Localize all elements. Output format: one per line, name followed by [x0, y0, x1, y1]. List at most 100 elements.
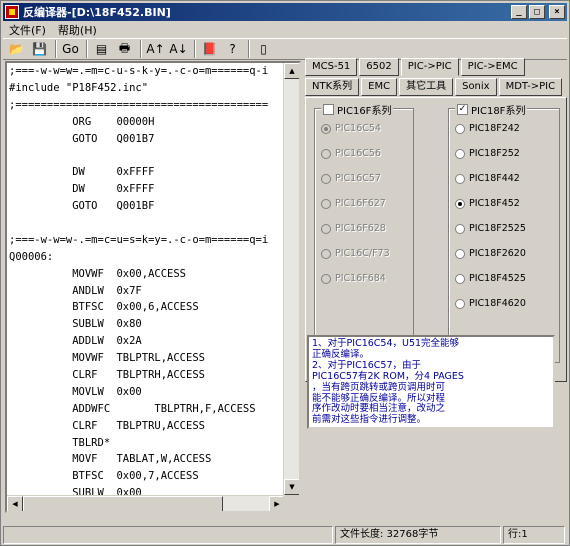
scroll-up-arrow-icon[interactable]: ▲ — [284, 63, 299, 79]
status-bar: 文件长度: 32768字节 行:1 — [3, 526, 567, 544]
code-line: MOVWF 0x00,ACCESS — [9, 267, 187, 280]
code-line: GOTO Q001BF — [9, 200, 155, 213]
radio-pic16c-f73: PIC16C/F73 — [321, 248, 390, 259]
menu-help[interactable]: 帮助(H) — [52, 22, 103, 38]
open-folder-icon[interactable]: 📂 — [6, 39, 27, 59]
tab-mcs-51[interactable]: MCS-51 — [305, 58, 358, 76]
radio-pic18f4525[interactable]: PIC18F4525 — [455, 273, 526, 284]
toolbar-separator — [194, 40, 196, 58]
horizontal-scrollbar[interactable]: ◀ ▶ — [7, 495, 285, 511]
status-file-length: 文件长度: 32768字节 — [335, 526, 501, 544]
status-panel-main — [3, 526, 333, 544]
pic16f-group-title: PIC16F系列 — [337, 106, 392, 117]
pic16f-group-header[interactable]: PIC16F系列 — [321, 102, 394, 117]
tab-row-2: NTK系列 EMC 其它工具 Sonix MDT->PIC — [305, 78, 564, 96]
code-editor[interactable]: ;===-w-w=w=.=m=c-u-s-k-y=.-c-o=m======q-… — [5, 61, 301, 513]
radio-button[interactable] — [455, 223, 465, 234]
radio-pic16c57: PIC16C57 — [321, 173, 381, 184]
scroll-down-arrow-icon[interactable]: ▼ — [284, 479, 299, 495]
radio-pic18f242[interactable]: PIC18F242 — [455, 123, 520, 134]
tab-ntk-[interactable]: NTK系列 — [305, 78, 360, 96]
note-line: 前需对这些指令进行调整。 — [312, 414, 427, 426]
pic16f-checkbox[interactable] — [323, 104, 334, 115]
tab-sonix[interactable]: Sonix — [455, 78, 497, 96]
radio-pic18f4620[interactable]: PIC18F4620 — [455, 298, 526, 309]
pic18f-checkbox[interactable]: ✓ — [457, 104, 468, 115]
radio-button[interactable] — [455, 273, 465, 284]
save-disk-icon[interactable]: 💾 — [29, 39, 50, 59]
tab-pic-pic[interactable]: PIC->PIC — [400, 58, 459, 76]
radio-pic16f628: PIC16F628 — [321, 223, 386, 234]
close-button[interactable]: × — [549, 5, 565, 19]
code-line: DW 0xFFFF — [9, 166, 155, 179]
code-line: ADDWFC TBLPTRH,F,ACCESS — [9, 402, 256, 415]
radio-button — [321, 173, 331, 184]
radio-pic18f2525[interactable]: PIC18F2525 — [455, 223, 526, 234]
code-text[interactable]: ;===-w-w=w=.=m=c-u-s-k-y=.-c-o=m======q-… — [9, 63, 287, 495]
radio-pic18f2620[interactable]: PIC18F2620 — [455, 248, 526, 259]
radio-pic16f684: PIC16F684 — [321, 273, 386, 284]
code-line: ORG 00000H — [9, 115, 155, 128]
tab--[interactable]: 其它工具 — [399, 78, 454, 96]
tab-pic-emc[interactable]: PIC->EMC — [460, 58, 525, 76]
radio-pic18f252[interactable]: PIC18F252 — [455, 148, 520, 159]
scroll-left-arrow-icon[interactable]: ◀ — [7, 496, 23, 511]
code-line: MOVF TABLAT,W,ACCESS — [9, 453, 212, 466]
radio-button — [321, 198, 331, 209]
radio-label: PIC16F628 — [335, 223, 386, 234]
radio-button[interactable] — [455, 198, 465, 209]
radio-button[interactable] — [455, 248, 465, 259]
tab-mdt-pic[interactable]: MDT->PIC — [498, 78, 563, 96]
radio-label: PIC18F4620 — [469, 298, 526, 309]
radio-button[interactable] — [455, 148, 465, 159]
vertical-scrollbar[interactable]: ▲ ▼ — [283, 63, 299, 495]
code-line: CLRF TBLPTRU,ACCESS — [9, 419, 205, 432]
print-icon[interactable]: 🖶 — [114, 39, 135, 59]
code-line: CLRF TBLPTRH,ACCESS — [9, 369, 205, 382]
app-icon[interactable] — [5, 5, 19, 19]
radio-button[interactable] — [455, 173, 465, 184]
window-title: 反编译器-[D:\18F452.BIN] — [23, 6, 171, 19]
radio-pic16c56: PIC16C56 — [321, 148, 381, 159]
go-icon[interactable]: Go — [60, 39, 81, 59]
radio-button[interactable] — [455, 123, 465, 134]
disassemble-icon[interactable]: ▤ — [91, 39, 112, 59]
code-line: ADDLW 0x2A — [9, 335, 142, 348]
pic18f-group-title: PIC18F系列 — [471, 106, 526, 117]
font-smaller-icon[interactable]: A↓ — [168, 39, 189, 59]
tab-6502[interactable]: 6502 — [359, 58, 399, 76]
book-icon[interactable]: 📕 — [199, 39, 220, 59]
radio-label: PIC16F627 — [335, 198, 386, 209]
code-line: SUBLW 0x00 — [9, 487, 142, 495]
radio-pic18f452[interactable]: PIC18F452 — [455, 198, 520, 209]
code-line: ANDLW 0x7F — [9, 284, 142, 297]
horizontal-scroll-thumb[interactable] — [23, 496, 223, 511]
radio-button — [321, 123, 331, 134]
help-icon[interactable]: ? — [222, 39, 243, 59]
radio-button — [321, 248, 331, 259]
toolbar-separator — [86, 40, 88, 58]
code-line: BTFSC 0x00,7,ACCESS — [9, 470, 199, 483]
title-bar[interactable]: 反编译器-[D:\18F452.BIN] _ □ × — [3, 3, 567, 21]
radio-label: PIC16C57 — [335, 173, 381, 184]
radio-button[interactable] — [455, 298, 465, 309]
menu-file[interactable]: 文件(F) — [3, 22, 52, 38]
font-larger-icon[interactable]: A↑ — [145, 39, 166, 59]
minimize-button[interactable]: _ — [511, 5, 527, 19]
pic18f-group-header[interactable]: ✓ PIC18F系列 — [455, 102, 528, 117]
radio-label: PIC16C56 — [335, 148, 381, 159]
radio-label: PIC18F4525 — [469, 273, 526, 284]
radio-pic18f442[interactable]: PIC18F442 — [455, 173, 520, 184]
scrollbar-corner — [283, 495, 299, 511]
radio-label: PIC18F242 — [469, 123, 520, 134]
radio-label: PIC18F252 — [469, 148, 520, 159]
menu-bar: 文件(F) 帮助(H) — [3, 21, 567, 38]
tab-emc[interactable]: EMC — [361, 78, 398, 96]
exit-icon[interactable]: ▯ — [253, 39, 274, 59]
code-line: MOVLW 0x00 — [9, 385, 142, 398]
note-line: PIC16C57有2K ROM，分4 PAGES — [312, 370, 464, 382]
maximize-button[interactable]: □ — [529, 5, 545, 19]
note-line: ，当有跨页跳转或跨页调用时可 — [312, 381, 446, 393]
